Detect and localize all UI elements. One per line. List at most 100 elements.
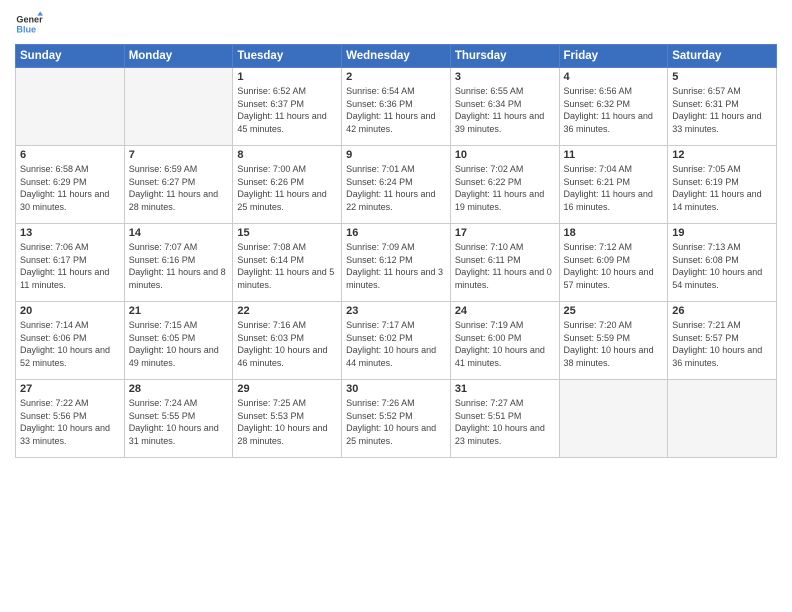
header-cell-tuesday: Tuesday	[233, 45, 342, 68]
day-cell: 14 Sunrise: 7:07 AM Sunset: 6:16 PM Dayli…	[124, 224, 233, 302]
day-number: 13	[20, 227, 120, 239]
day-cell	[124, 68, 233, 146]
day-info: Sunrise: 7:04 AM Sunset: 6:21 PM Dayligh…	[564, 163, 664, 213]
day-number: 18	[564, 227, 664, 239]
header-cell-friday: Friday	[559, 45, 668, 68]
day-number: 14	[129, 227, 229, 239]
week-row-1: 6 Sunrise: 6:58 AM Sunset: 6:29 PM Daylig…	[16, 146, 777, 224]
week-row-2: 13 Sunrise: 7:06 AM Sunset: 6:17 PM Dayli…	[16, 224, 777, 302]
header-cell-wednesday: Wednesday	[342, 45, 451, 68]
day-info: Sunrise: 7:10 AM Sunset: 6:11 PM Dayligh…	[455, 241, 555, 291]
week-row-3: 20 Sunrise: 7:14 AM Sunset: 6:06 PM Dayli…	[16, 302, 777, 380]
day-cell: 9 Sunrise: 7:01 AM Sunset: 6:24 PM Daylig…	[342, 146, 451, 224]
header-cell-monday: Monday	[124, 45, 233, 68]
header-cell-sunday: Sunday	[16, 45, 125, 68]
day-cell: 26 Sunrise: 7:21 AM Sunset: 5:57 PM Dayli…	[668, 302, 777, 380]
day-number: 2	[346, 71, 446, 83]
day-info: Sunrise: 7:27 AM Sunset: 5:51 PM Dayligh…	[455, 397, 555, 447]
day-info: Sunrise: 7:15 AM Sunset: 6:05 PM Dayligh…	[129, 319, 229, 369]
day-number: 23	[346, 305, 446, 317]
day-number: 21	[129, 305, 229, 317]
day-cell: 11 Sunrise: 7:04 AM Sunset: 6:21 PM Dayli…	[559, 146, 668, 224]
day-number: 3	[455, 71, 555, 83]
day-number: 28	[129, 383, 229, 395]
calendar-header: SundayMondayTuesdayWednesdayThursdayFrid…	[16, 45, 777, 68]
day-cell: 29Sunrise: 7:25 AM Sunset: 5:53 PM Dayli…	[233, 380, 342, 458]
day-cell: 7Sunrise: 6:59 AM Sunset: 6:27 PM Daylig…	[124, 146, 233, 224]
day-cell: 19 Sunrise: 7:13 AM Sunset: 6:08 PM Dayli…	[668, 224, 777, 302]
calendar-body: 1 Sunrise: 6:52 AM Sunset: 6:37 PM Daylig…	[16, 68, 777, 458]
day-number: 24	[455, 305, 555, 317]
week-row-4: 27 Sunrise: 7:22 AM Sunset: 5:56 PM Dayli…	[16, 380, 777, 458]
day-cell: 30 Sunrise: 7:26 AM Sunset: 5:52 PM Dayli…	[342, 380, 451, 458]
day-cell: 3 Sunrise: 6:55 AM Sunset: 6:34 PM Daylig…	[450, 68, 559, 146]
day-info: Sunrise: 7:22 AM Sunset: 5:56 PM Dayligh…	[20, 397, 120, 447]
day-number: 17	[455, 227, 555, 239]
day-number: 31	[455, 383, 555, 395]
day-info: Sunrise: 7:00 AM Sunset: 6:26 PM Dayligh…	[237, 163, 337, 213]
day-cell: 5 Sunrise: 6:57 AM Sunset: 6:31 PM Daylig…	[668, 68, 777, 146]
header-row: SundayMondayTuesdayWednesdayThursdayFrid…	[16, 45, 777, 68]
day-info: Sunrise: 7:06 AM Sunset: 6:17 PM Dayligh…	[20, 241, 120, 291]
week-row-0: 1 Sunrise: 6:52 AM Sunset: 6:37 PM Daylig…	[16, 68, 777, 146]
header-cell-thursday: Thursday	[450, 45, 559, 68]
day-info: Sunrise: 7:13 AM Sunset: 6:08 PM Dayligh…	[672, 241, 772, 291]
day-info: Sunrise: 7:21 AM Sunset: 5:57 PM Dayligh…	[672, 319, 772, 369]
day-number: 1	[237, 71, 337, 83]
day-info: Sunrise: 7:12 AM Sunset: 6:09 PM Dayligh…	[564, 241, 664, 291]
day-number: 5	[672, 71, 772, 83]
day-info: Sunrise: 7:25 AM Sunset: 5:53 PM Dayligh…	[237, 397, 337, 447]
day-cell: 1 Sunrise: 6:52 AM Sunset: 6:37 PM Daylig…	[233, 68, 342, 146]
day-number: 27	[20, 383, 120, 395]
day-info: Sunrise: 6:55 AM Sunset: 6:34 PM Dayligh…	[455, 85, 555, 135]
day-number: 4	[564, 71, 664, 83]
header-cell-saturday: Saturday	[668, 45, 777, 68]
day-info: Sunrise: 6:57 AM Sunset: 6:31 PM Dayligh…	[672, 85, 772, 135]
day-cell: 28 Sunrise: 7:24 AM Sunset: 5:55 PM Dayli…	[124, 380, 233, 458]
day-number: 10	[455, 149, 555, 161]
day-info: Sunrise: 7:20 AM Sunset: 5:59 PM Dayligh…	[564, 319, 664, 369]
day-cell	[16, 68, 125, 146]
day-cell: 15Sunrise: 7:08 AM Sunset: 6:14 PM Dayli…	[233, 224, 342, 302]
day-info: Sunrise: 7:01 AM Sunset: 6:24 PM Dayligh…	[346, 163, 446, 213]
day-cell: 18 Sunrise: 7:12 AM Sunset: 6:09 PM Dayli…	[559, 224, 668, 302]
day-number: 30	[346, 383, 446, 395]
day-info: Sunrise: 7:07 AM Sunset: 6:16 PM Dayligh…	[129, 241, 229, 291]
day-cell: 2 Sunrise: 6:54 AM Sunset: 6:36 PM Daylig…	[342, 68, 451, 146]
day-cell: 10 Sunrise: 7:02 AM Sunset: 6:22 PM Dayli…	[450, 146, 559, 224]
day-info: Sunrise: 6:54 AM Sunset: 6:36 PM Dayligh…	[346, 85, 446, 135]
day-cell: 22 Sunrise: 7:16 AM Sunset: 6:03 PM Dayli…	[233, 302, 342, 380]
day-number: 11	[564, 149, 664, 161]
day-cell	[668, 380, 777, 458]
day-info: Sunrise: 7:24 AM Sunset: 5:55 PM Dayligh…	[129, 397, 229, 447]
day-info: Sunrise: 7:19 AM Sunset: 6:00 PM Dayligh…	[455, 319, 555, 369]
svg-text:General: General	[16, 15, 43, 25]
day-number: 7	[129, 149, 229, 161]
day-number: 12	[672, 149, 772, 161]
day-info: Sunrise: 7:16 AM Sunset: 6:03 PM Dayligh…	[237, 319, 337, 369]
day-info: Sunrise: 7:26 AM Sunset: 5:52 PM Dayligh…	[346, 397, 446, 447]
day-info: Sunrise: 6:52 AM Sunset: 6:37 PM Dayligh…	[237, 85, 337, 135]
day-info: Sunrise: 7:14 AM Sunset: 6:06 PM Dayligh…	[20, 319, 120, 369]
day-number: 6	[20, 149, 120, 161]
day-info: Sunrise: 7:08 AM Sunset: 6:14 PM Dayligh…	[237, 241, 337, 291]
day-cell: 4 Sunrise: 6:56 AM Sunset: 6:32 PM Daylig…	[559, 68, 668, 146]
day-number: 16	[346, 227, 446, 239]
day-cell: 25Sunrise: 7:20 AM Sunset: 5:59 PM Dayli…	[559, 302, 668, 380]
day-cell: 27 Sunrise: 7:22 AM Sunset: 5:56 PM Dayli…	[16, 380, 125, 458]
calendar-table: SundayMondayTuesdayWednesdayThursdayFrid…	[15, 44, 777, 458]
day-info: Sunrise: 6:58 AM Sunset: 6:29 PM Dayligh…	[20, 163, 120, 213]
day-number: 26	[672, 305, 772, 317]
day-info: Sunrise: 7:17 AM Sunset: 6:02 PM Dayligh…	[346, 319, 446, 369]
day-cell: 31 Sunrise: 7:27 AM Sunset: 5:51 PM Dayli…	[450, 380, 559, 458]
logo-icon: General Blue	[15, 10, 43, 38]
day-number: 22	[237, 305, 337, 317]
day-number: 9	[346, 149, 446, 161]
day-info: Sunrise: 6:56 AM Sunset: 6:32 PM Dayligh…	[564, 85, 664, 135]
day-cell: 23 Sunrise: 7:17 AM Sunset: 6:02 PM Dayli…	[342, 302, 451, 380]
day-number: 20	[20, 305, 120, 317]
page-container: General Blue SundayMondayTuesdayWednesda…	[0, 0, 792, 468]
day-info: Sunrise: 7:02 AM Sunset: 6:22 PM Dayligh…	[455, 163, 555, 213]
day-cell: 8Sunrise: 7:00 AM Sunset: 6:26 PM Daylig…	[233, 146, 342, 224]
day-number: 19	[672, 227, 772, 239]
